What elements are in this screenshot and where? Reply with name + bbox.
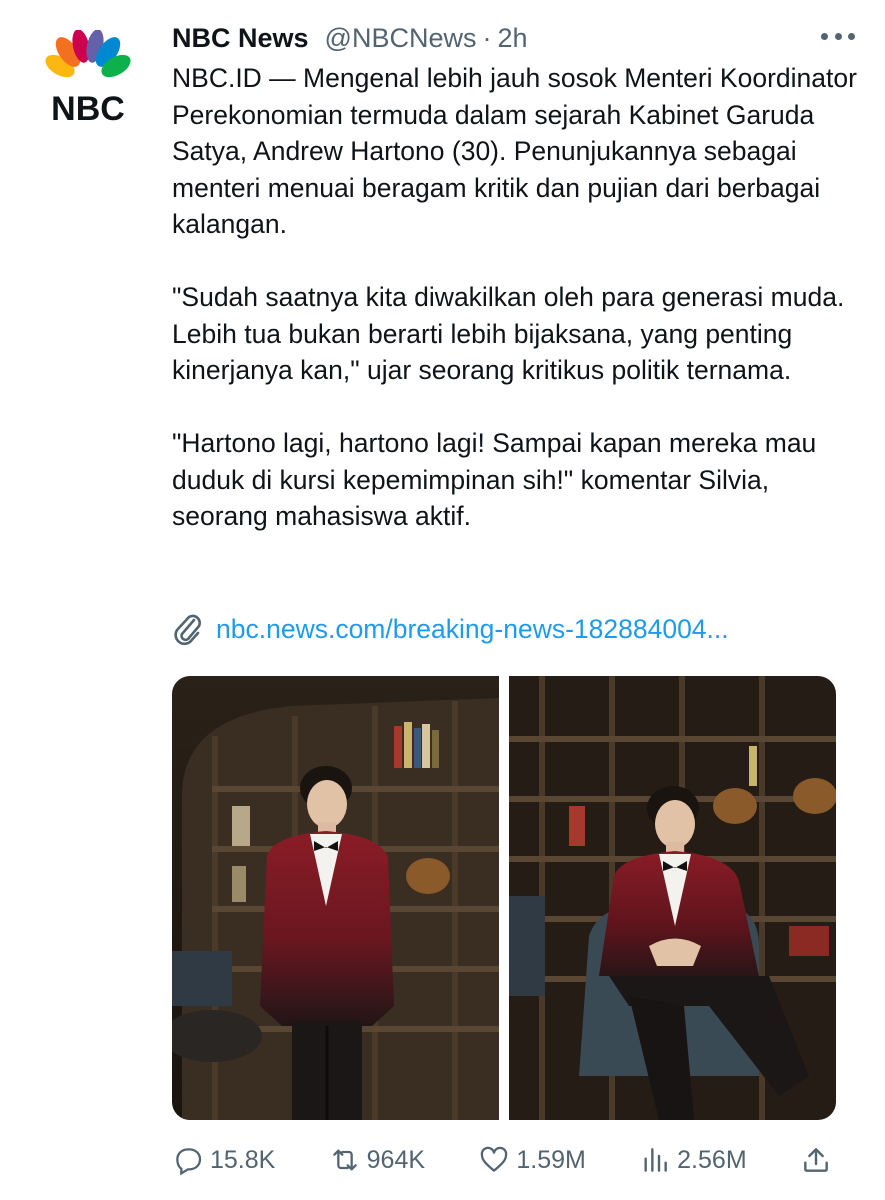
view-count: 2.56M (677, 1145, 747, 1174)
paperclip-icon (174, 614, 201, 646)
tweet-actions: 15.8K 964K 1.59M 2.56M (172, 1138, 832, 1182)
reply-count: 15.8K (210, 1145, 276, 1174)
reply-button[interactable]: 15.8K (172, 1144, 275, 1176)
tweet-paragraph: "Sudah saatnya kita diwakilkan oleh para… (172, 282, 845, 385)
more-options-icon[interactable] (821, 26, 855, 46)
retweet-icon (332, 1149, 357, 1171)
tweet-paragraph: "Hartono lagi, hartono lagi! Sampai kapa… (172, 428, 817, 531)
display-name[interactable]: NBC News (172, 23, 309, 54)
nbc-peacock-logo-icon: NBC (45, 29, 131, 128)
tweet-header: NBC News @NBCNews · 2h (172, 18, 865, 58)
avatar[interactable]: NBC (36, 29, 140, 128)
views-button[interactable]: 2.56M (639, 1144, 747, 1176)
user-handle[interactable]: @NBCNews (325, 23, 477, 54)
like-count: 1.59M (516, 1145, 586, 1174)
media-grid (172, 676, 836, 1120)
analytics-icon (644, 1148, 668, 1172)
timestamp[interactable]: 2h (497, 23, 527, 54)
link-url[interactable]: nbc.news.com/breaking-news-182884004... (216, 614, 729, 645)
separator-dot: · (482, 22, 492, 53)
retweet-button[interactable]: 964K (329, 1144, 425, 1176)
tweet-text: NBC.ID — Mengenal lebih jauh sosok Mente… (172, 60, 862, 535)
share-button[interactable] (800, 1144, 832, 1176)
photo-standing[interactable] (172, 676, 499, 1120)
reply-icon (176, 1148, 202, 1176)
share-icon (804, 1148, 828, 1172)
retweet-count: 964K (366, 1145, 426, 1174)
like-button[interactable]: 1.59M (478, 1144, 586, 1176)
tweet-paragraph: NBC.ID — Mengenal lebih jauh sosok Mente… (172, 63, 857, 239)
svg-text:NBC: NBC (51, 90, 125, 126)
photo-seated[interactable] (509, 676, 836, 1120)
tweet-link[interactable]: nbc.news.com/breaking-news-182884004... (172, 612, 729, 646)
heart-icon (481, 1146, 508, 1172)
